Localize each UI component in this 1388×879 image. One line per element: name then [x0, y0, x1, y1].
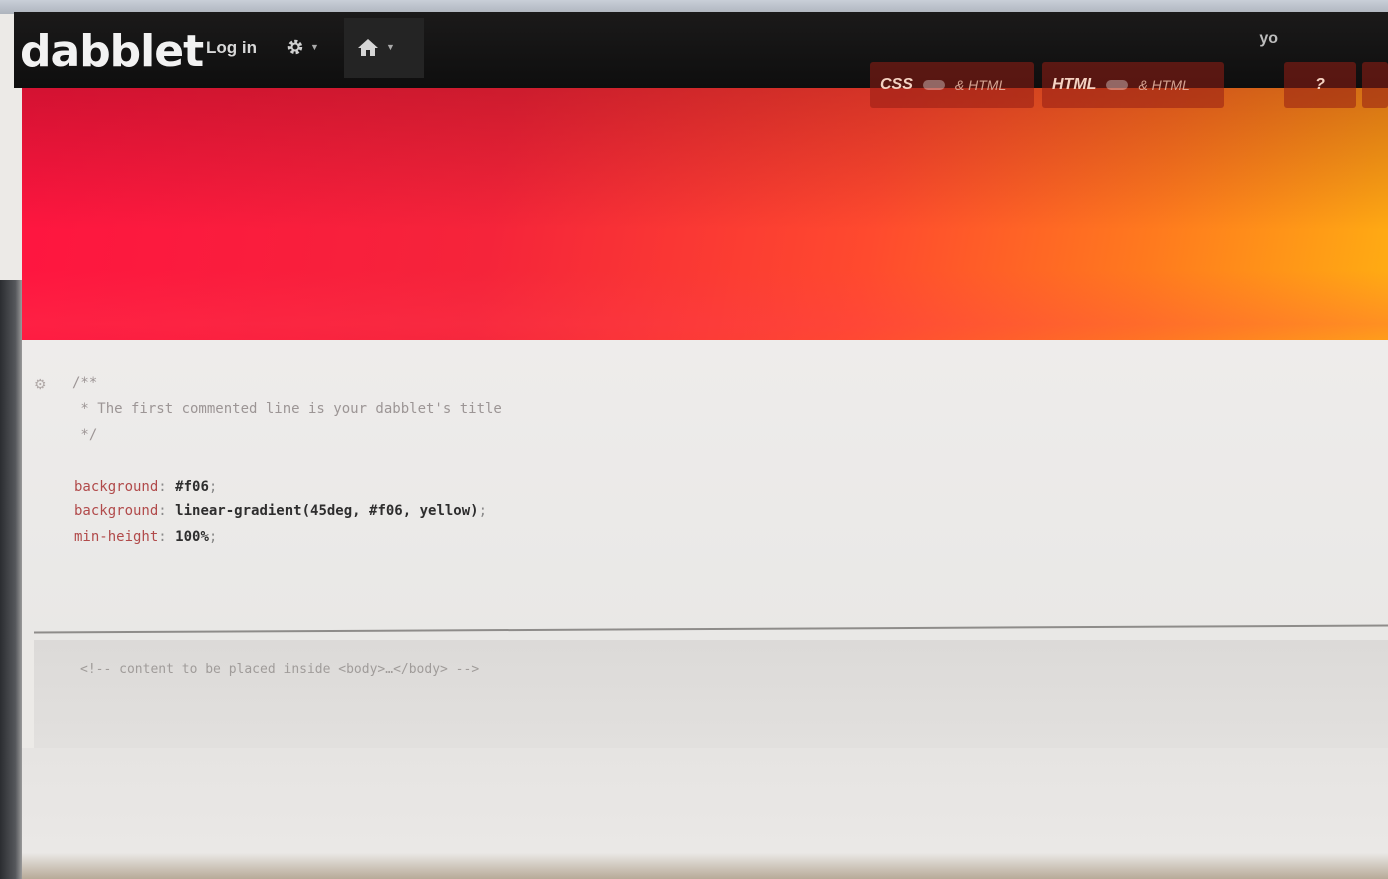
user-label[interactable]: yo [1259, 30, 1278, 48]
tab-label: HTML [1052, 76, 1097, 93]
tab-html[interactable]: HTML & HTML [1042, 62, 1224, 108]
tab-sublabel: & HTML [954, 77, 1007, 93]
editor-settings-icon[interactable]: ⚙ [34, 376, 52, 392]
chevron-down-icon: ▼ [386, 42, 395, 52]
css-value: #f06 [175, 479, 209, 495]
comment-line: /** [72, 375, 98, 391]
home-icon [358, 39, 378, 56]
css-terminator: ; [478, 503, 488, 519]
screen: dabblet Log in ▼ ▼ yo CSS & HTML HTML & … [0, 0, 1388, 879]
html-editor[interactable] [34, 640, 1388, 748]
css-rule: background: #f06; [74, 479, 218, 495]
css-terminator: ; [208, 529, 218, 545]
css-property: background [74, 503, 159, 519]
css-rule: background: linear-gradient(45deg, #f06,… [74, 503, 488, 519]
login-link[interactable]: Log in [206, 38, 257, 58]
css-editor[interactable] [22, 340, 1388, 640]
tab-extra[interactable] [1362, 62, 1388, 108]
tab-css-html[interactable]: CSS & HTML [870, 62, 1034, 108]
tab-label: CSS [880, 76, 913, 93]
css-value: linear-gradient(45deg, #f06, yellow) [175, 503, 479, 519]
home-menu-button[interactable]: ▼ [356, 34, 395, 60]
toggle-switch[interactable] [1106, 80, 1129, 90]
chevron-down-icon: ▼ [310, 42, 319, 52]
tab-label: ? [1315, 76, 1325, 93]
editor-empty-area [22, 748, 1388, 879]
gear-icon [287, 39, 303, 55]
html-comment: <!-- content to be placed inside <body>…… [80, 662, 480, 677]
css-terminator: ; [208, 479, 218, 495]
tab-sublabel: & HTML [1138, 77, 1190, 93]
css-value: 100% [175, 529, 209, 545]
css-property: min-height [74, 529, 159, 545]
css-rule: min-height: 100%; [74, 529, 218, 545]
settings-menu-button[interactable]: ▼ [286, 34, 319, 60]
toggle-switch[interactable] [922, 80, 945, 90]
tab-help[interactable]: ? [1284, 62, 1356, 108]
comment-line: * The first commented line is your dabbl… [72, 401, 502, 417]
css-property: background [74, 479, 159, 495]
comment-line: */ [72, 427, 98, 443]
logo[interactable]: dabblet [20, 26, 204, 78]
monitor-bezel-left [0, 280, 22, 879]
